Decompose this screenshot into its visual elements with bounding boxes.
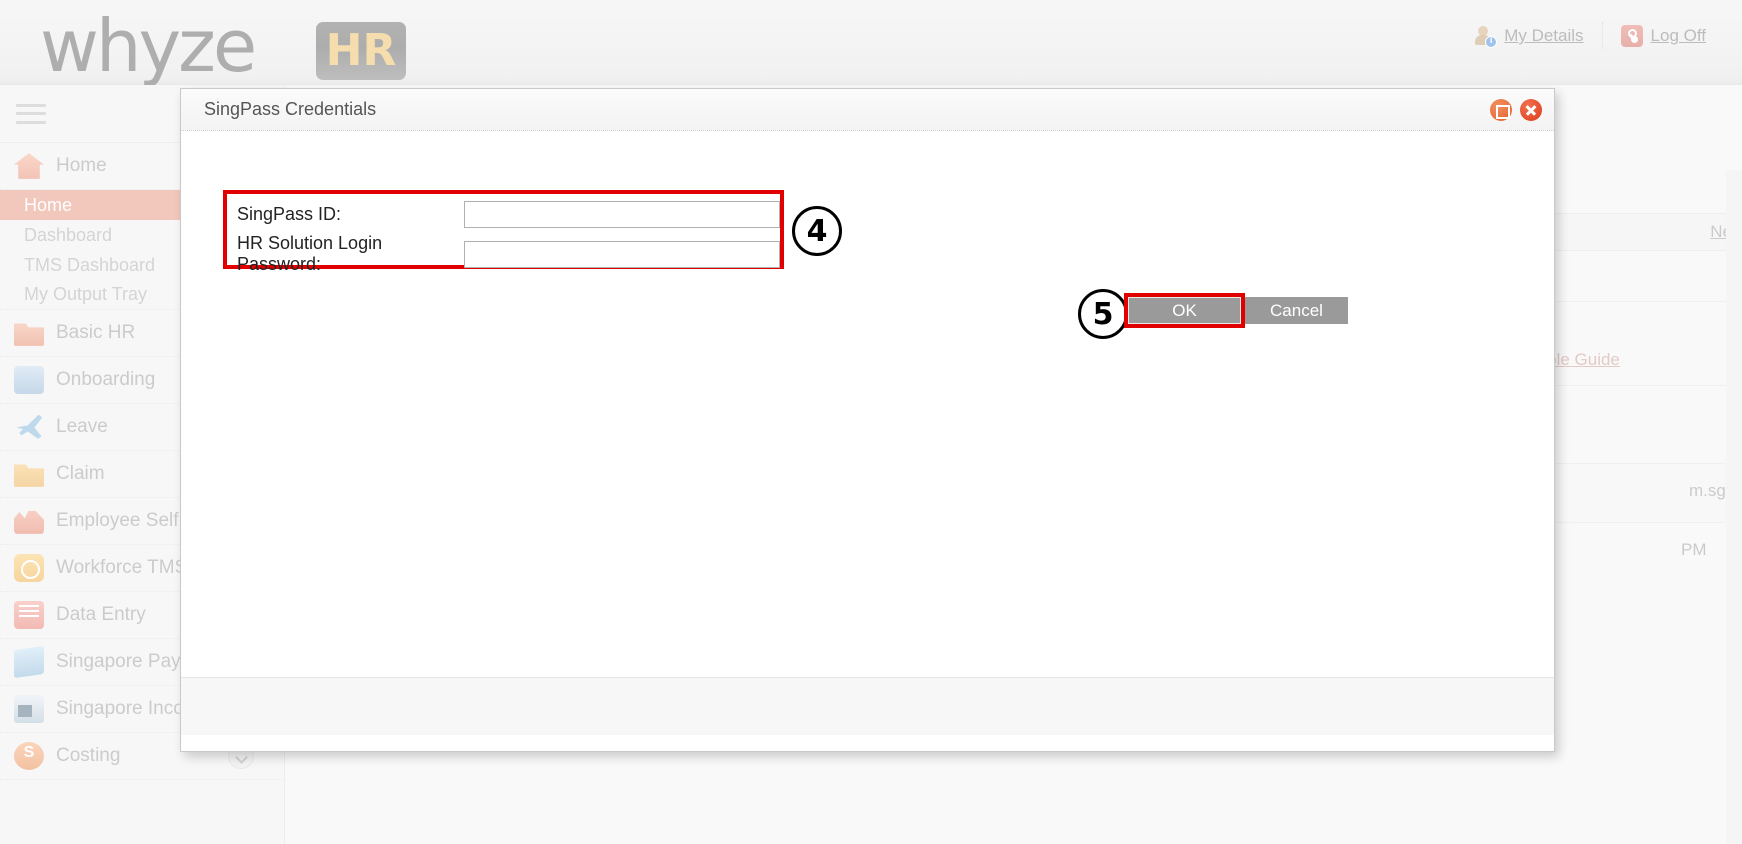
ok-button-highlight: OK bbox=[1124, 293, 1245, 328]
credentials-form-highlight: SingPass ID: HR Solution Login Password: bbox=[223, 190, 784, 274]
singpass-id-input[interactable] bbox=[464, 201, 780, 228]
cancel-button[interactable]: Cancel bbox=[1245, 297, 1348, 324]
singpass-id-row: SingPass ID: bbox=[237, 201, 780, 228]
annotation-step-5: 5 bbox=[1078, 289, 1128, 339]
dialog-window-controls bbox=[1490, 98, 1542, 121]
dialog-button-row: OK Cancel bbox=[1124, 293, 1348, 328]
ok-button[interactable]: OK bbox=[1128, 297, 1241, 324]
hr-password-label: HR Solution Login Password: bbox=[237, 233, 383, 274]
annotation-step-4: 4 bbox=[792, 206, 842, 256]
dialog-title: SingPass Credentials bbox=[204, 99, 377, 119]
singpass-credentials-dialog: SingPass Credentials SingPass ID: HR Sol… bbox=[180, 88, 1555, 752]
hr-password-input[interactable] bbox=[464, 240, 780, 268]
dialog-footer bbox=[181, 677, 1554, 735]
close-icon[interactable] bbox=[1520, 98, 1542, 121]
hr-password-row: HR Solution Login Password: bbox=[237, 233, 780, 275]
dialog-body: SingPass ID: HR Solution Login Password:… bbox=[181, 131, 1554, 735]
app-root: whyze HR My Details Log Off bbox=[0, 0, 1742, 844]
dialog-title-bar[interactable]: SingPass Credentials bbox=[181, 89, 1554, 131]
singpass-id-label: SingPass ID: bbox=[237, 204, 342, 224]
restore-icon[interactable] bbox=[1490, 98, 1512, 121]
